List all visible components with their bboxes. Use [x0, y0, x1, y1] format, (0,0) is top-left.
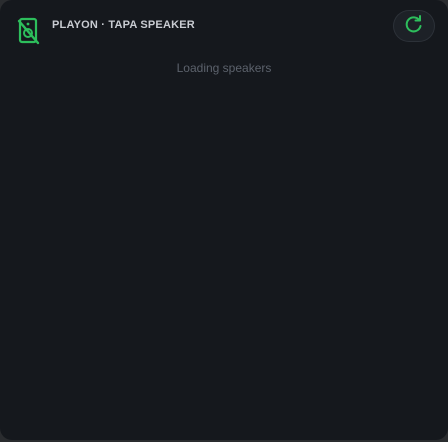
header: PLAYON · TAPA SPEAKER — [0, 0, 448, 52]
speaker-panel: PLAYON · TAPA SPEAKER Loading speakers — [0, 0, 448, 440]
refresh-icon — [404, 14, 424, 39]
loading-status: Loading speakers — [176, 61, 272, 75]
refresh-button[interactable] — [394, 11, 434, 41]
speaker-muted-icon — [16, 16, 42, 46]
app-title: PLAYON · TAPA SPEAKER — [52, 19, 195, 31]
